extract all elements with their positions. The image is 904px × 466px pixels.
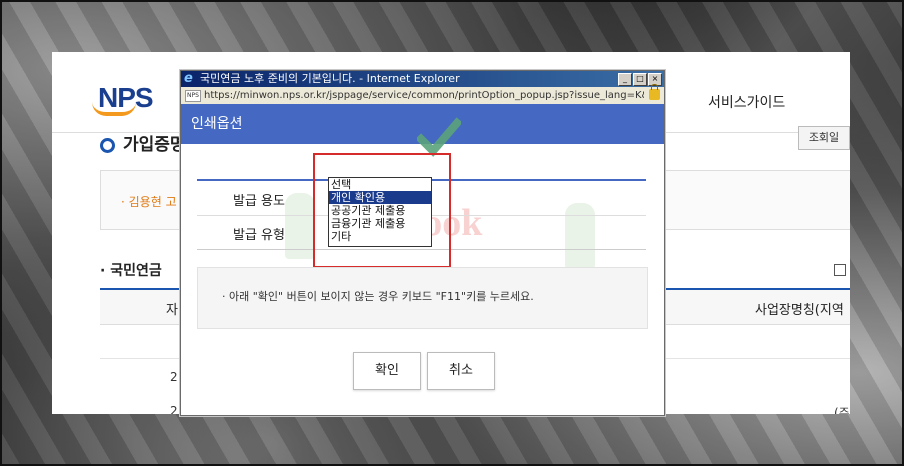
subsection-title: · 국민연금: [100, 263, 162, 279]
nps-logo[interactable]: NPS: [92, 82, 154, 116]
nav-service-guide[interactable]: 서비스가이드: [708, 92, 785, 112]
bullet-circle-icon: [100, 137, 115, 153]
confirm-button[interactable]: 확인: [353, 352, 421, 390]
site-favicon-icon: NPS: [185, 89, 201, 102]
notice-name: · 김용현 고: [121, 195, 177, 209]
logo-swoosh-icon: [92, 102, 136, 116]
address-url[interactable]: https://minwon.nps.or.kr/jsppage/service…: [204, 87, 644, 104]
label-issue-type: 발급 유형: [233, 228, 285, 243]
address-bar[interactable]: NPS https://minwon.nps.or.kr/jsppage/serv…: [181, 84, 664, 105]
label-issue-purpose: 발급 용도: [233, 194, 285, 209]
info-text: · 아래 "확인" 버튼이 보이지 않는 경우 키보드 "F11"키를 누르세요…: [222, 290, 534, 303]
table-cell: (주: [834, 406, 850, 414]
table-col-right: 사업장명칭(지역: [755, 303, 844, 318]
print-options-popup: e 국민연금 노후 준비의 기본입니다. - Internet Explorer …: [180, 70, 665, 416]
table-col-left: 자: [166, 303, 178, 318]
maximize-button[interactable]: □: [633, 73, 647, 86]
highlight-annotation-box: [313, 153, 451, 268]
window-titlebar[interactable]: e 국민연금 노후 준비의 기본입니다. - Internet Explorer …: [181, 71, 664, 87]
lock-icon[interactable]: [649, 84, 660, 100]
table-cell: 2: [170, 370, 178, 384]
cancel-button[interactable]: 취소: [427, 352, 495, 390]
view-button[interactable]: 조회일: [798, 126, 850, 150]
table-cell: 2: [170, 404, 178, 414]
section-title-text: 가입증명: [123, 135, 186, 155]
window-title: 국민연금 노후 준비의 기본입니다. - Internet Explorer: [200, 72, 460, 85]
checkbox[interactable]: [834, 264, 846, 276]
internet-explorer-icon: e: [184, 71, 193, 86]
info-notice: · 아래 "확인" 버튼이 보이지 않는 경우 키보드 "F11"키를 누르세요…: [197, 267, 648, 329]
section-title: 가입증명: [100, 130, 186, 155]
minimize-button[interactable]: _: [618, 73, 632, 86]
